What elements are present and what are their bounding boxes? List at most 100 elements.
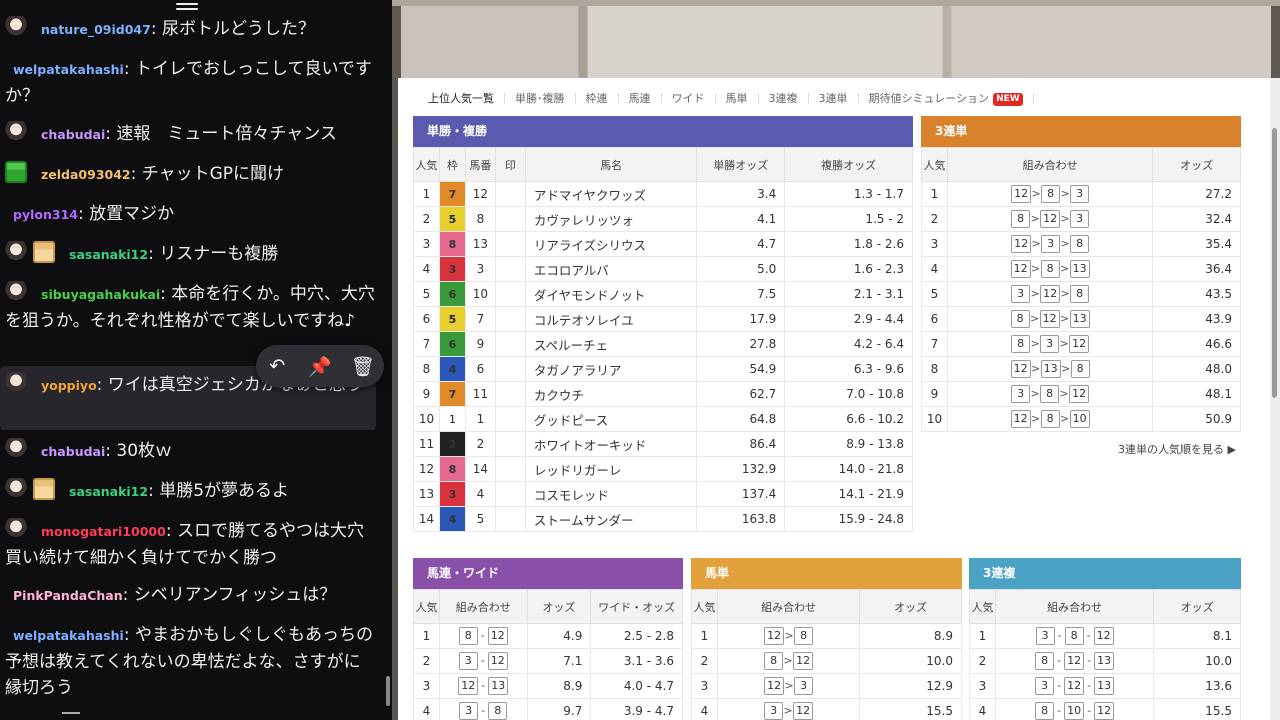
chat-username[interactable]: PinkPandaChan (5, 588, 123, 603)
horse-name-link[interactable]: レッドリガーレ (524, 456, 698, 482)
tab-8[interactable]: 期待値シミュレーション NEW (859, 93, 1034, 106)
tab-label: 馬単 (725, 92, 748, 105)
tab-2[interactable]: 枠連 (576, 93, 619, 104)
background-photo (392, 0, 1280, 82)
table-row[interactable]: 3 12 >3 12.9 (691, 673, 962, 699)
chat-username[interactable]: welpatakahashi (5, 62, 124, 77)
chat-username[interactable]: chabudai (33, 127, 105, 142)
table-row[interactable]: 3 3-12-13 13.6 (969, 673, 1241, 699)
chat-username[interactable]: sasanaki12 (61, 484, 148, 499)
table-row[interactable]: 6 5 7 コルテオソレイユ 17.9 2.9 - 4.4 (413, 306, 913, 332)
mark-cell[interactable] (494, 381, 526, 407)
table-row[interactable]: 11 2 2 ホワイトオーキッド 86.4 8.9 - 13.8 (413, 431, 913, 457)
horse-name-link[interactable]: ダイヤモンドノット (524, 281, 698, 307)
horse-name-link[interactable]: ホワイトオーキッド (524, 431, 698, 457)
horse-name-link[interactable]: コルテオソレイユ (524, 306, 698, 332)
table-row[interactable]: 2 8 >12 >3 32.4 (921, 206, 1241, 232)
mark-cell[interactable] (494, 231, 526, 257)
tab-5[interactable]: 馬単 (716, 93, 759, 104)
table-row[interactable]: 8 12 >13 >8 48.0 (921, 356, 1241, 382)
horse-name-link[interactable]: タガノアラリア (524, 356, 698, 382)
mark-cell[interactable] (494, 206, 526, 232)
mark-cell[interactable] (494, 306, 526, 332)
table-row[interactable]: 5 3 >12 >8 43.5 (921, 281, 1241, 307)
tab-4[interactable]: ワイド (662, 93, 716, 104)
table-row[interactable]: 1 7 12 アドマイヤクワッズ 3.4 1.3 - 1.7 (413, 181, 913, 207)
table-row[interactable]: 2 3-12 7.1 3.1 - 3.6 (413, 648, 683, 674)
tab-7[interactable]: 3連単 (809, 93, 859, 104)
tab-3[interactable]: 馬連 (619, 93, 662, 104)
mark-cell[interactable] (494, 181, 526, 207)
chat-scrollbar[interactable] (386, 676, 390, 706)
tab-0[interactable]: 上位人気一覧 (418, 93, 505, 104)
horse-name-link[interactable]: スペルーチェ (524, 331, 698, 357)
pin-icon[interactable]: 📌 (303, 355, 337, 378)
mark-cell[interactable] (494, 281, 526, 307)
table-row[interactable]: 10 12 >8 >10 50.9 (921, 406, 1241, 432)
page-scrollbar[interactable] (1270, 78, 1280, 720)
table-row[interactable]: 6 8 >12 >13 43.9 (921, 306, 1241, 332)
table-row[interactable]: 2 5 8 カヴァレリッツォ 4.1 1.5 - 2 (413, 206, 913, 232)
table-row[interactable]: 5 6 10 ダイヤモンドノット 7.5 2.1 - 3.1 (413, 281, 913, 307)
table-row[interactable]: 4 8-10-12 15.5 (969, 698, 1241, 720)
chat-username[interactable]: zelda093042 (33, 167, 131, 182)
horse-name-link[interactable]: アドマイヤクワッズ (524, 181, 698, 207)
mark-cell[interactable] (494, 456, 526, 482)
chat-username[interactable]: monogatari10000 (33, 524, 166, 539)
table-row[interactable]: 4 3-8 9.7 3.9 - 4.7 (413, 698, 683, 720)
table-row[interactable]: 14 4 5 ストームサンダー 163.8 15.9 - 24.8 (413, 506, 913, 532)
user-badge-icon (5, 16, 27, 38)
table-row[interactable]: 2 8-12-13 10.0 (969, 648, 1241, 674)
table-row[interactable]: 9 7 11 カクウチ 62.7 7.0 - 10.8 (413, 381, 913, 407)
trifecta-more-link[interactable]: 3連単の人気順を見る ▶ (1118, 441, 1236, 457)
chat-username[interactable]: pylon314 (5, 207, 78, 222)
table-row[interactable]: 1 12 >8 >3 27.2 (921, 181, 1241, 207)
chat-username[interactable]: sibuyagahakukai (33, 287, 160, 302)
table-row[interactable]: 12 8 14 レッドリガーレ 132.9 14.0 - 21.8 (413, 456, 913, 482)
mark-cell[interactable] (494, 506, 526, 532)
mark-cell[interactable] (494, 431, 526, 457)
mark-cell[interactable] (494, 406, 526, 432)
table-row[interactable]: 9 3 >8 >12 48.1 (921, 381, 1241, 407)
mark-cell[interactable] (494, 256, 526, 282)
tab-1[interactable]: 単勝･複勝 (505, 93, 576, 104)
chat-username[interactable]: welpatakahashi (5, 628, 124, 643)
table-row[interactable]: 8 4 6 タガノアラリア 54.9 6.3 - 9.6 (413, 356, 913, 382)
table-row[interactable]: 7 8 >3 >12 46.6 (921, 331, 1241, 357)
horse-name-link[interactable]: リアライズシリウス (524, 231, 698, 257)
table-row[interactable]: 3 12-13 8.9 4.0 - 4.7 (413, 673, 683, 699)
table-row[interactable]: 4 3 >12 15.5 (691, 698, 962, 720)
collapse-handle-icon[interactable] (176, 0, 198, 14)
chat-username[interactable]: yoppiyo (33, 378, 97, 393)
mark-cell[interactable] (494, 481, 526, 507)
mark-cell[interactable] (494, 356, 526, 382)
table-row[interactable]: 4 3 3 エコロアルバ 5.0 1.6 - 2.3 (413, 256, 913, 282)
chat-message: sasanaki12: 単勝5が夢あるよ (5, 478, 377, 505)
horse-name-link[interactable]: エコロアルバ (524, 256, 698, 282)
horse-name-link[interactable]: ストームサンダー (524, 506, 698, 532)
table-row[interactable]: 1 12 >8 8.9 (691, 623, 962, 649)
horse-name-link[interactable]: コスモレッド (524, 481, 698, 507)
tab-6[interactable]: 3連複 (759, 93, 809, 104)
table-row[interactable]: 7 6 9 スペルーチェ 27.8 4.2 - 6.4 (413, 331, 913, 357)
table-row[interactable]: 3 8 13 リアライズシリウス 4.7 1.8 - 2.6 (413, 231, 913, 257)
chat-username[interactable]: chabudai (33, 444, 105, 459)
table-row[interactable]: 1 3-8-12 8.1 (969, 623, 1241, 649)
arrow-right-icon: > (1059, 262, 1070, 275)
scroll-thumb[interactable] (1272, 128, 1277, 398)
combination-cell: 3-12-13 (994, 673, 1155, 699)
horse-name-link[interactable]: カヴァレリッツォ (524, 206, 698, 232)
chat-username[interactable]: nature_09id047 (33, 22, 151, 37)
chat-username[interactable]: sasanaki12 (61, 247, 148, 262)
table-row[interactable]: 13 3 4 コスモレッド 137.4 14.1 - 21.9 (413, 481, 913, 507)
horse-name-link[interactable]: カクウチ (524, 381, 698, 407)
table-row[interactable]: 4 12 >8 >13 36.4 (921, 256, 1241, 282)
reply-icon[interactable]: ↶ (260, 355, 294, 377)
table-row[interactable]: 2 8 >12 10.0 (691, 648, 962, 674)
horse-name-link[interactable]: グッドピース (524, 406, 698, 432)
trash-icon[interactable]: 🗑 (346, 355, 380, 378)
table-row[interactable]: 10 1 1 グッドピース 64.8 6.6 - 10.2 (413, 406, 913, 432)
table-row[interactable]: 3 12 >3 >8 35.4 (921, 231, 1241, 257)
mark-cell[interactable] (494, 331, 526, 357)
table-row[interactable]: 1 8-12 4.9 2.5 - 2.8 (413, 623, 683, 649)
